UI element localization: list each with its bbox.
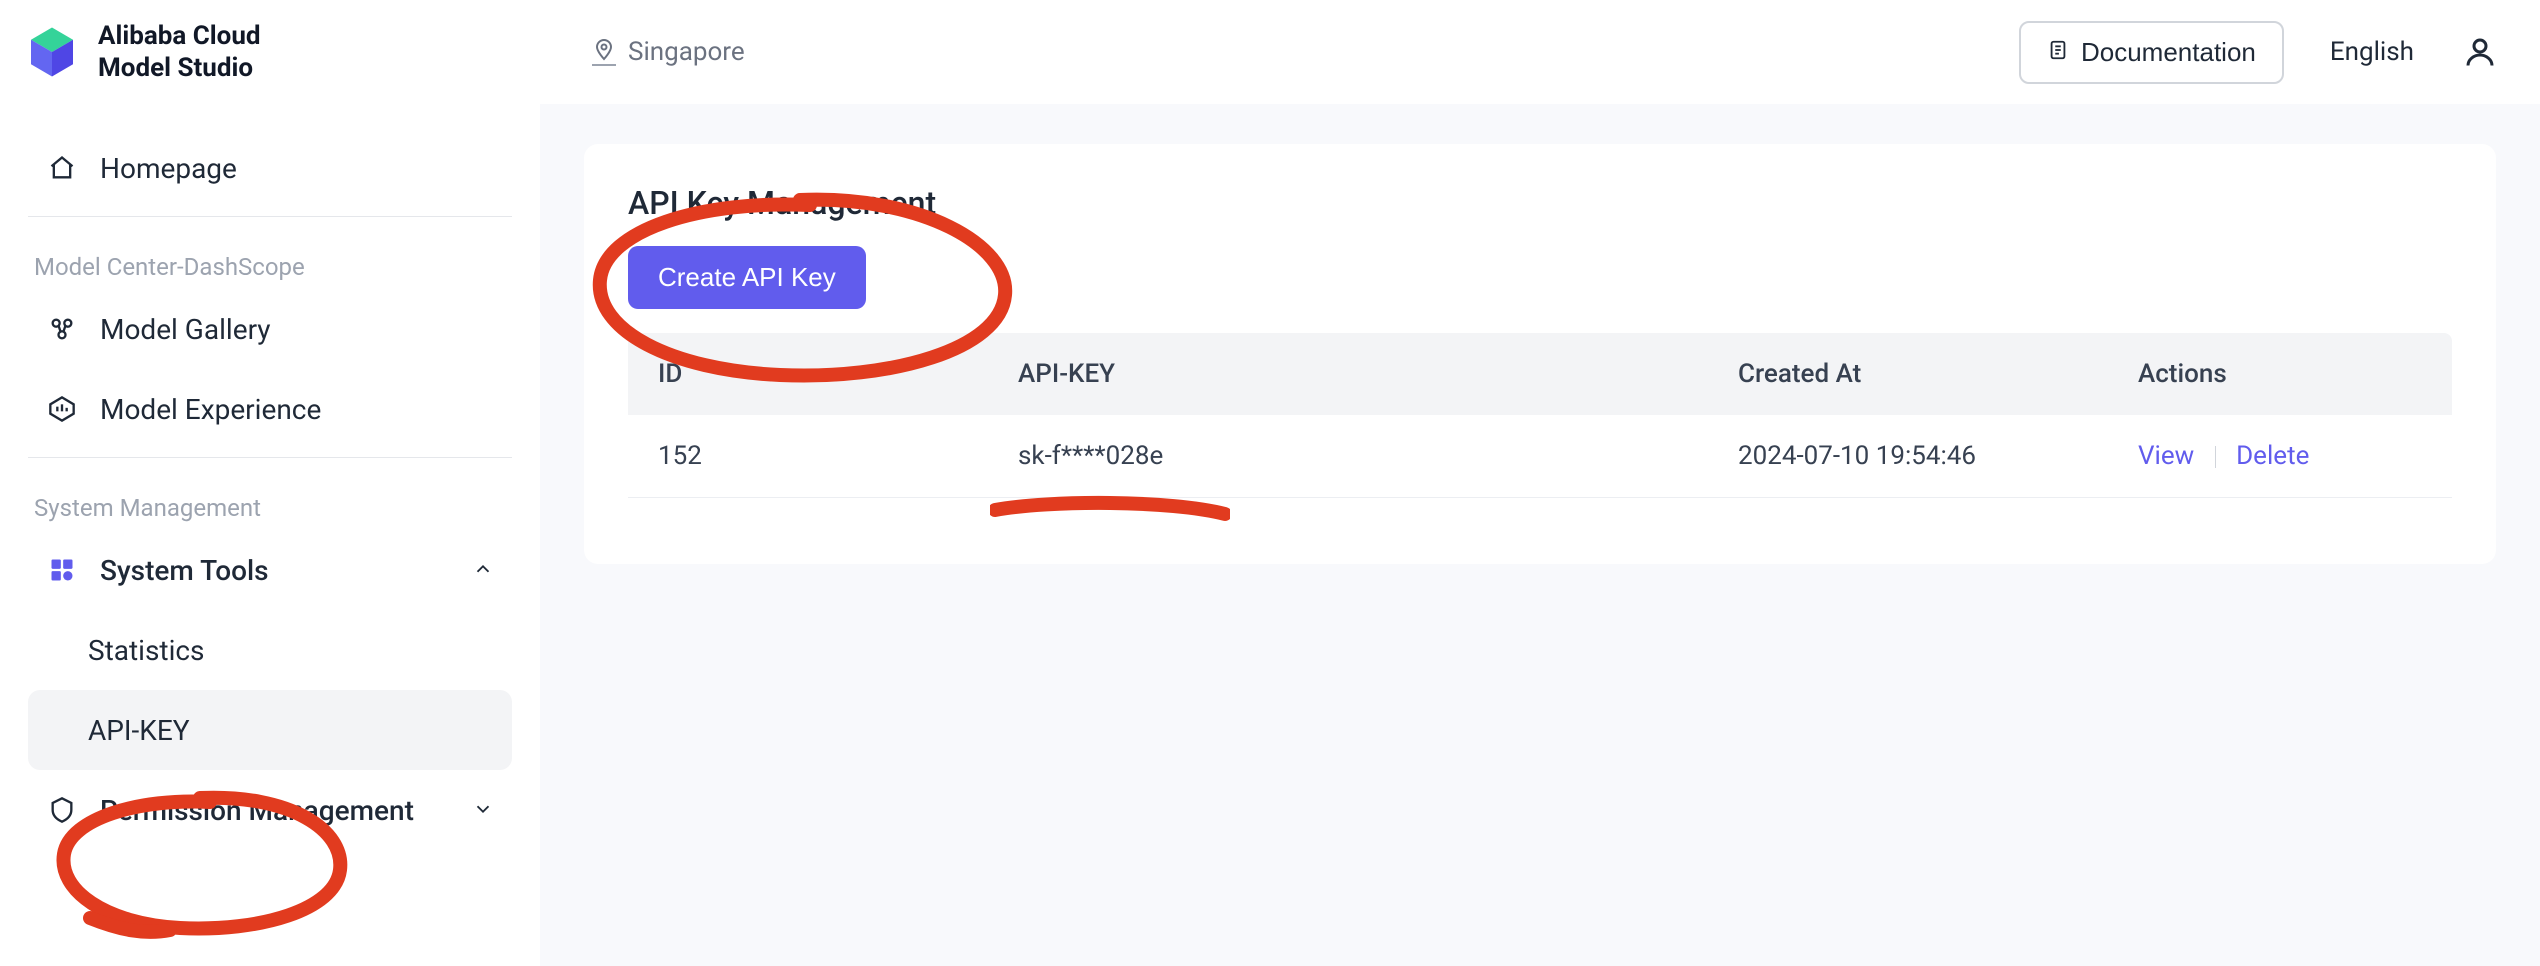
sidebar: Homepage Model Center-DashScope Model Ga… [0,104,540,966]
gallery-icon [46,313,78,345]
brand-logo-icon [24,24,80,80]
sidebar-section-model-center: Model Center-DashScope [34,253,512,281]
api-key-card: API Key Management Create API Key ID API… [584,144,2496,564]
sidebar-item-label: Model Gallery [100,313,271,346]
tools-icon [46,554,78,586]
region-selector[interactable]: Singapore [592,37,745,67]
sidebar-item-permission-management[interactable]: Permission Management [28,770,512,850]
sidebar-item-label: Statistics [88,634,205,667]
cell-created: 2024-07-10 19:54:46 [1708,415,2108,498]
location-pin-icon [592,38,616,66]
experience-icon [46,393,78,425]
main-content: API Key Management Create API Key ID API… [540,104,2540,966]
action-delete[interactable]: Delete [2236,441,2309,471]
sidebar-item-label: System Tools [100,554,269,587]
sidebar-item-model-gallery[interactable]: Model Gallery [28,289,512,369]
table-row: 152 sk-f****028e 2024-07-10 19:54:46 Vie… [628,415,2452,498]
shield-icon [46,794,78,826]
user-avatar-icon[interactable] [2460,32,2500,72]
divider [28,457,512,458]
chevron-up-icon [472,554,494,587]
page-title: API Key Management [628,184,2452,222]
cell-id: 152 [628,415,988,498]
col-header-actions: Actions [2108,333,2452,415]
chevron-down-icon [472,794,494,827]
action-view[interactable]: View [2138,441,2194,471]
sidebar-item-model-experience[interactable]: Model Experience [28,369,512,449]
sidebar-item-label: Model Experience [100,393,321,426]
brand-line1: Alibaba Cloud [98,20,261,53]
language-selector[interactable]: English [2330,37,2414,67]
sidebar-item-label: Homepage [100,152,237,185]
sidebar-section-system-mgmt: System Management [34,494,512,522]
cell-api-key: sk-f****028e [988,415,1708,498]
divider [28,216,512,217]
create-api-key-button[interactable]: Create API Key [628,246,866,309]
home-icon [46,152,78,184]
documentation-label: Documentation [2081,37,2256,68]
cell-actions: View Delete [2108,415,2452,498]
sidebar-item-system-tools[interactable]: System Tools [28,530,512,610]
brand-line2: Model Studio [98,52,261,85]
col-header-created: Created At [1708,333,2108,415]
api-key-table: ID API-KEY Created At Actions 152 sk-f**… [628,333,2452,498]
sidebar-item-label: Permission Management [100,794,414,827]
region-label: Singapore [628,37,745,67]
separator [2215,446,2216,468]
sidebar-sub-statistics[interactable]: Statistics [28,610,512,690]
sidebar-item-label: API-KEY [88,714,190,747]
document-icon [2047,37,2069,68]
documentation-button[interactable]: Documentation [2019,21,2284,84]
brand[interactable]: Alibaba Cloud Model Studio [24,20,544,85]
col-header-id: ID [628,333,988,415]
sidebar-item-homepage[interactable]: Homepage [28,128,512,208]
col-header-api-key: API-KEY [988,333,1708,415]
sidebar-sub-api-key[interactable]: API-KEY [28,690,512,770]
